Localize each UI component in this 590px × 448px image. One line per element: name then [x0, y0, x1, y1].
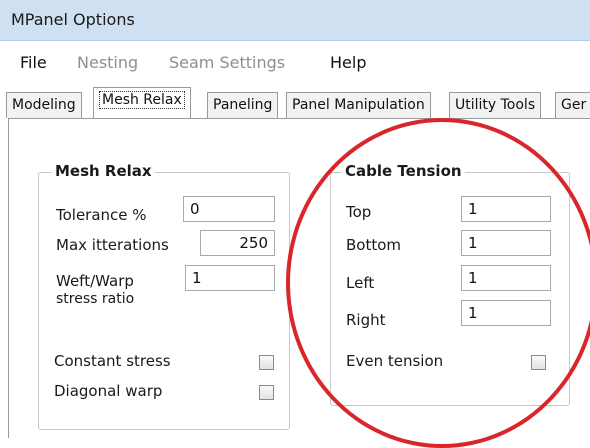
bottom-tension-input[interactable]: 1 [461, 230, 551, 256]
menu-nesting[interactable]: Nesting [77, 53, 138, 72]
menu-help[interactable]: Help [330, 53, 366, 72]
even-tension-checkbox[interactable] [531, 355, 546, 370]
even-tension-label: Even tension [346, 352, 444, 370]
max-iterations-label: Max itterations [56, 236, 169, 254]
mesh-relax-title: Mesh Relax [52, 162, 155, 180]
tab-mesh-relax[interactable]: Mesh Relax [93, 87, 191, 118]
menu-bar: File Nesting Seam Settings Help [0, 41, 590, 83]
cable-tension-title: Cable Tension [342, 162, 465, 180]
right-label: Right [346, 311, 386, 329]
stress-ratio-label: stress ratio [56, 291, 135, 307]
weft-warp-ratio-input[interactable]: 1 [185, 265, 275, 291]
top-label: Top [346, 203, 372, 221]
constant-stress-label: Constant stress [54, 352, 171, 370]
max-iterations-input[interactable]: 250 [200, 230, 275, 256]
title-bar: MPanel Options [0, 0, 590, 41]
tab-general[interactable]: Ger [555, 92, 590, 118]
menu-file[interactable]: File [20, 53, 47, 72]
bottom-label: Bottom [346, 236, 402, 254]
tab-label: Paneling [213, 97, 273, 113]
constant-stress-checkbox[interactable] [259, 355, 274, 370]
tab-utility-tools[interactable]: Utility Tools [449, 92, 542, 118]
diagonal-warp-checkbox[interactable] [259, 385, 274, 400]
menu-seam-settings[interactable]: Seam Settings [169, 53, 285, 72]
diagonal-warp-label: Diagonal warp [54, 382, 163, 400]
tab-label: Ger [561, 97, 587, 113]
tab-panel-manipulation[interactable]: Panel Manipulation [286, 92, 431, 118]
tab-modeling[interactable]: Modeling [6, 92, 82, 118]
tab-label: Modeling [12, 97, 76, 113]
tolerance-input[interactable]: 0 [183, 196, 275, 222]
tab-label: Panel Manipulation [292, 97, 425, 113]
window-title: MPanel Options [11, 10, 135, 29]
tolerance-label: Tolerance % [56, 206, 147, 224]
tab-paneling[interactable]: Paneling [207, 92, 279, 118]
tab-strip: Modeling Mesh Relax Paneling Panel Manip… [0, 86, 590, 119]
tab-label: Mesh Relax [99, 91, 185, 109]
left-label: Left [346, 274, 375, 292]
weft-warp-label: Weft/Warp [56, 272, 134, 290]
tab-label: Utility Tools [455, 97, 536, 113]
right-tension-input[interactable]: 1 [461, 300, 551, 326]
left-tension-input[interactable]: 1 [461, 265, 551, 291]
top-tension-input[interactable]: 1 [461, 196, 551, 222]
